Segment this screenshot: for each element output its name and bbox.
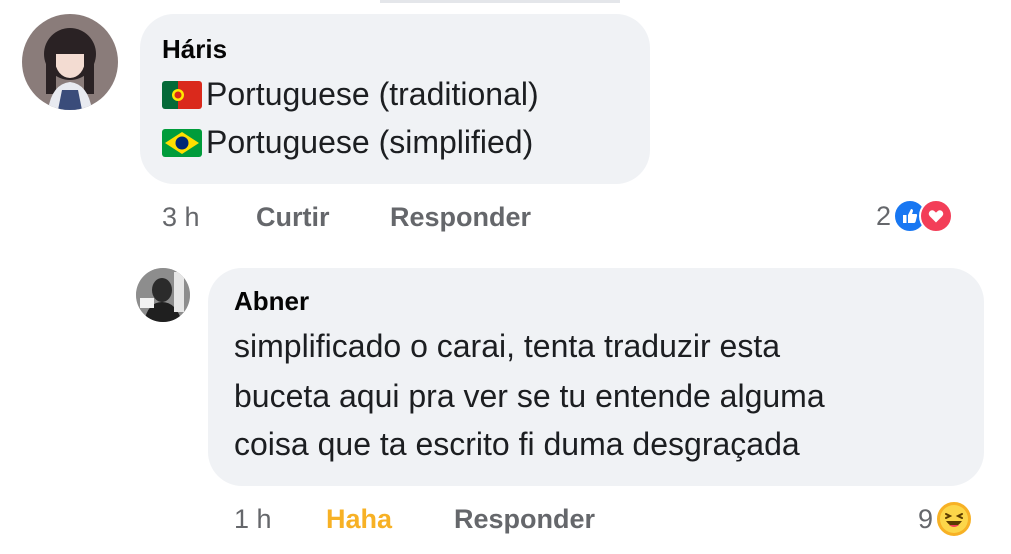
reaction-summary[interactable]: 2: [876, 199, 954, 233]
comment-bubble: Abner simplificado o carai, tenta traduz…: [208, 268, 984, 486]
like-button[interactable]: Curtir: [256, 202, 330, 233]
brazil-flag-icon: [162, 128, 202, 157]
avatar-abner[interactable]: [136, 268, 190, 322]
comment-text: buceta aqui pra ver se tu entende alguma: [234, 378, 825, 414]
reaction-count: 9: [918, 503, 934, 534]
comment-timestamp[interactable]: 3 h: [162, 202, 200, 233]
haha-icon: [935, 500, 974, 538]
comment-bubble: Háris Portuguese (traditional) Portugues…: [140, 14, 650, 184]
reaction-count: 2: [876, 200, 892, 231]
comment-author[interactable]: Abner: [234, 286, 309, 317]
avatar-haris[interactable]: [22, 14, 118, 110]
divider: [380, 0, 620, 3]
comment-text: Portuguese (traditional): [206, 76, 539, 112]
comment-text: Portuguese (simplified): [206, 124, 534, 160]
haha-reaction-button[interactable]: Haha: [326, 504, 392, 535]
reply-button[interactable]: Responder: [390, 202, 531, 233]
comment-timestamp[interactable]: 1 h: [234, 504, 272, 535]
comment-line: Portuguese (traditional): [162, 76, 539, 113]
comment-text: coisa que ta escrito fi duma desgraçada: [234, 426, 800, 462]
reaction-summary[interactable]: 9: [918, 500, 974, 538]
comment-thread: Háris Portuguese (traditional) Portugues…: [0, 0, 1011, 554]
comment-author[interactable]: Háris: [162, 34, 227, 65]
comment-text: simplificado o carai, tenta traduzir est…: [234, 328, 781, 364]
comment-line: Portuguese (simplified): [162, 124, 533, 161]
love-icon: [919, 199, 954, 233]
reply-button[interactable]: Responder: [454, 504, 595, 535]
portugal-flag-icon: [162, 80, 202, 109]
